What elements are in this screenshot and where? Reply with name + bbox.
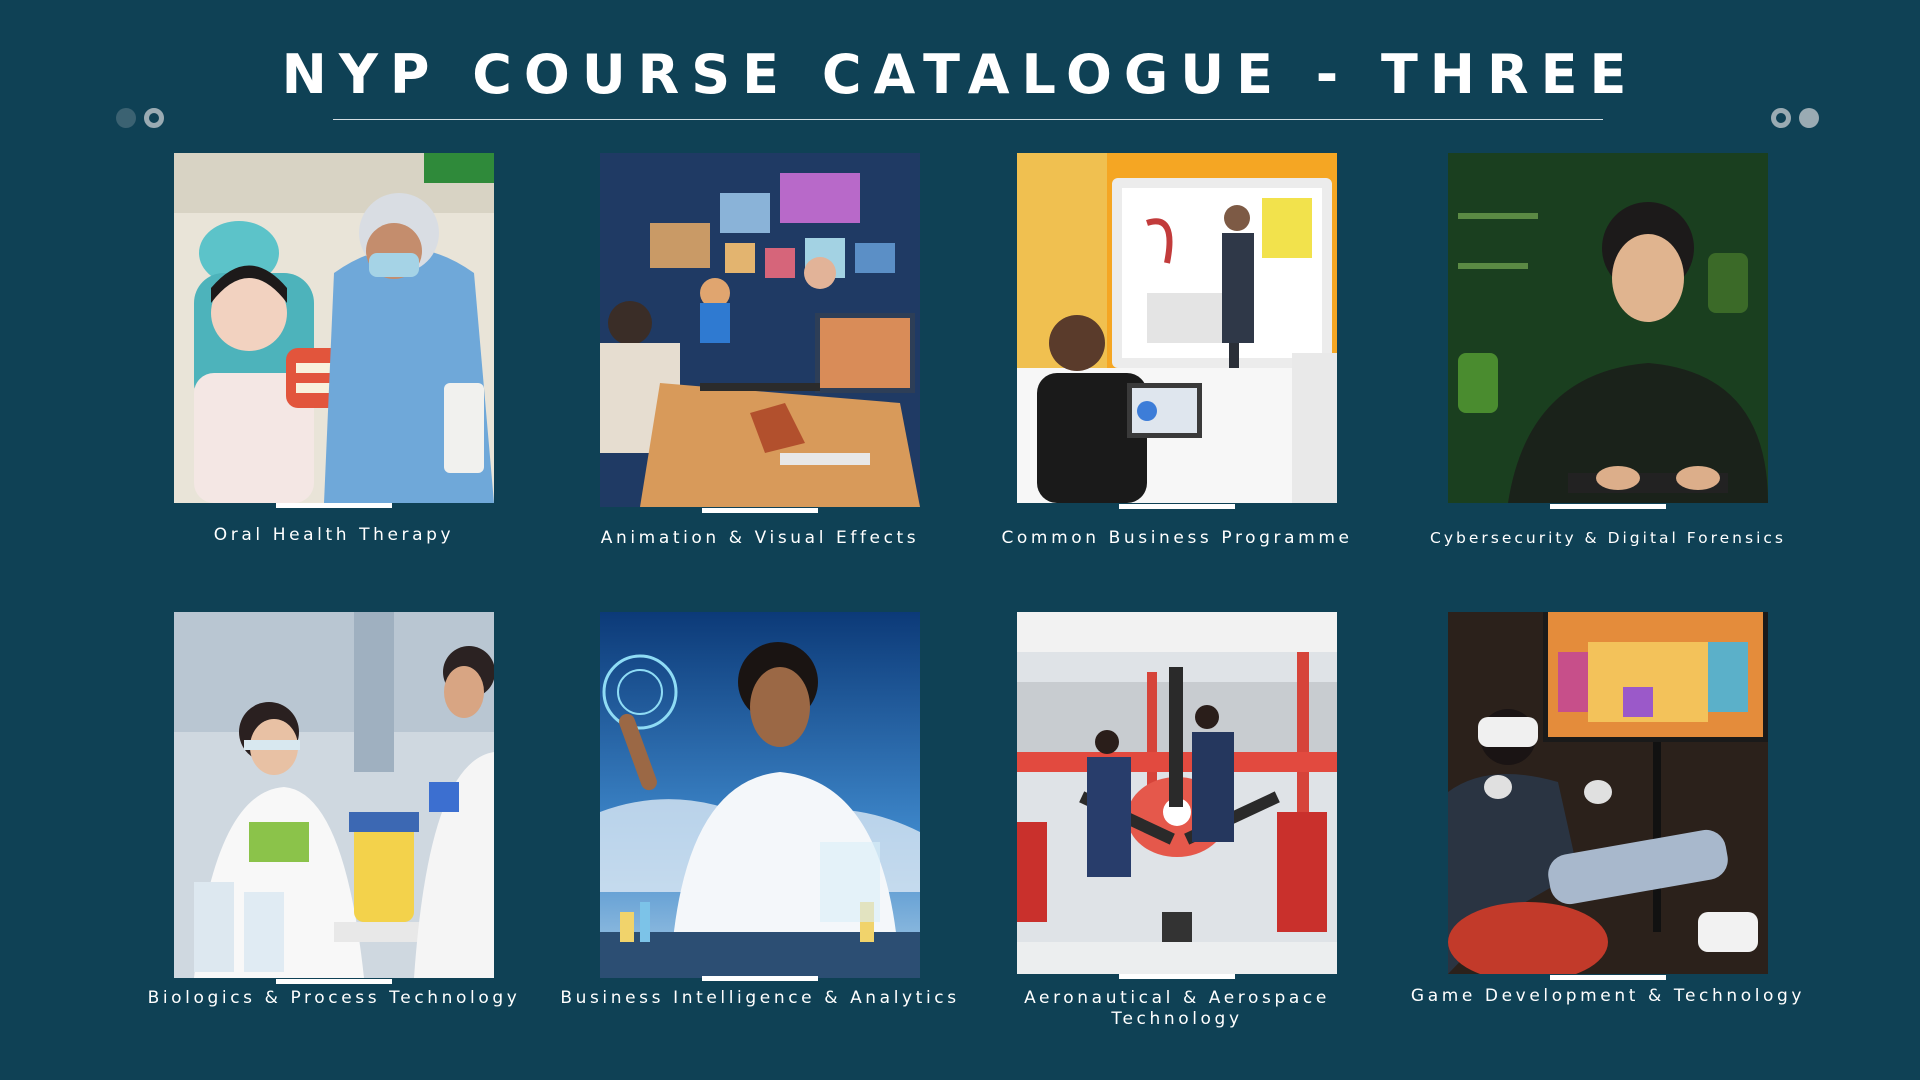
course-label[interactable]: Aeronautical & Aerospace Technology — [977, 988, 1377, 1030]
card-underline — [1550, 504, 1666, 509]
course-card-oral-health[interactable]: Oral Health Therapy — [174, 153, 494, 545]
course-label[interactable]: Cybersecurity & Digital Forensics — [1408, 528, 1808, 549]
cybersecurity-student-image — [1448, 153, 1768, 503]
vr-gamer-image — [1448, 612, 1768, 974]
course-card-biologics[interactable]: Biologics & Process Technology — [148, 612, 517, 1008]
page-title: NYP COURSE CATALOGUE - THREE — [281, 43, 1639, 106]
card-underline — [702, 508, 818, 513]
course-card-cybersecurity[interactable]: Cybersecurity & Digital Forensics — [1430, 153, 1783, 547]
dot-icon — [116, 108, 136, 128]
dot-icon — [1799, 108, 1819, 128]
course-label[interactable]: Biologics & Process Technology — [134, 988, 534, 1009]
card-underline — [276, 503, 392, 508]
course-label[interactable]: Game Development & Technology — [1408, 986, 1808, 1007]
dental-nurse-with-child-image — [174, 153, 494, 503]
card-underline — [702, 976, 818, 981]
business-presentation-image — [1017, 153, 1337, 503]
card-underline — [1119, 974, 1235, 979]
card-underline — [276, 979, 392, 984]
title-divider — [333, 119, 1603, 120]
course-label[interactable]: Animation & Visual Effects — [560, 528, 960, 549]
ring-dot-icon — [1771, 108, 1791, 128]
decorative-dots-left — [116, 108, 164, 128]
course-card-business[interactable]: Common Business Programme — [1001, 153, 1349, 548]
animator-at-desk-image — [600, 153, 920, 507]
course-label[interactable]: Oral Health Therapy — [134, 525, 534, 546]
analytics-hologram-image — [600, 612, 920, 978]
course-card-animation[interactable]: Animation & Visual Effects — [600, 153, 920, 548]
aircraft-engineers-image — [1017, 612, 1337, 974]
lab-scientists-image — [174, 612, 494, 978]
course-card-aeronautical[interactable]: Aeronautical & Aerospace Technology — [1017, 612, 1337, 1029]
course-label[interactable]: Business Intelligence & Analytics — [560, 988, 960, 1009]
course-card-business-intelligence[interactable]: Business Intelligence & Analytics — [560, 612, 956, 1008]
ring-dot-icon — [144, 108, 164, 128]
decorative-dots-right — [1771, 108, 1819, 128]
card-underline — [1119, 504, 1235, 509]
card-underline — [1550, 975, 1666, 980]
catalogue-slide: NYP COURSE CATALOGUE - THREE Oral Health… — [0, 0, 1920, 1080]
course-card-game-development[interactable]: Game Development & Technology — [1411, 612, 1801, 1006]
course-label[interactable]: Common Business Programme — [977, 528, 1377, 549]
